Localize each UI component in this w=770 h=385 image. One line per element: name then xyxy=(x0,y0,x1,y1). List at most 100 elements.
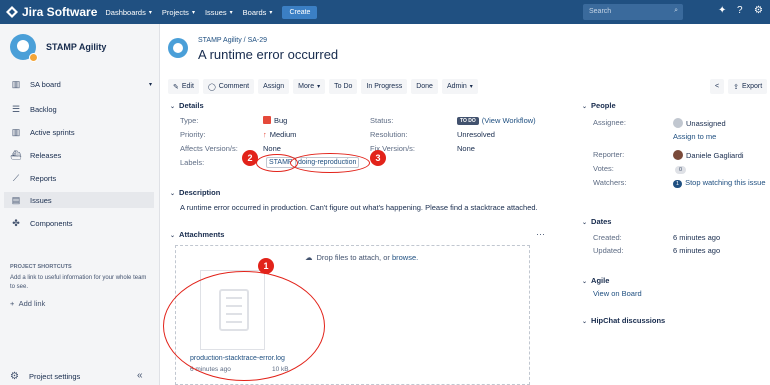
nav-projects[interactable]: Projects ▾ xyxy=(162,8,195,17)
issue-title[interactable]: A runtime error occurred xyxy=(198,47,338,62)
share-icon: < xyxy=(715,83,720,90)
sidebar-item-components[interactable]: ✤ Components xyxy=(10,215,152,231)
priority-value-text: Medium xyxy=(269,130,297,139)
created-label: Created: xyxy=(593,233,622,242)
description-heading[interactable]: ⌄ Description xyxy=(170,188,220,197)
priority-up-arrow-icon: ↑ xyxy=(263,130,267,139)
search-input[interactable]: Search ⌕ xyxy=(583,4,683,20)
affects-version-value[interactable]: None xyxy=(263,144,281,153)
attachments-heading-label: Attachments xyxy=(179,230,225,239)
dates-heading-label: Dates xyxy=(591,217,612,226)
hipchat-heading[interactable]: ⌄ HipChat discussions xyxy=(582,316,665,325)
share-button[interactable]: < xyxy=(710,79,725,94)
browse-link[interactable]: browse. xyxy=(392,253,418,262)
assign-to-me-link[interactable]: Assign to me xyxy=(673,132,716,141)
chevron-down-icon: ▾ xyxy=(469,84,473,90)
stop-watching-link[interactable]: Stop watching this issue xyxy=(685,178,765,187)
issue-toolbar: ✎ Edit ◯ Comment Assign More ▾ To Do In Pro… xyxy=(168,79,482,94)
sidebar-item-label: Reports xyxy=(30,173,57,183)
fix-version-value[interactable]: None xyxy=(457,144,475,153)
sidebar-item-issues[interactable]: ▤ Issues xyxy=(4,192,154,208)
pencil-icon: ✎ xyxy=(173,83,179,91)
details-heading[interactable]: ⌄ Details xyxy=(170,101,204,110)
brand-name: Jira Software xyxy=(22,5,98,19)
bug-icon xyxy=(263,116,271,124)
in-progress-button[interactable]: In Progress xyxy=(361,79,408,94)
chevron-down-icon: ▾ xyxy=(148,9,152,16)
sidebar-item-active-sprints[interactable]: ▥ Active sprints xyxy=(10,124,152,140)
breadcrumb-project[interactable]: STAMP Agility xyxy=(198,37,242,44)
issues-icon: ▤ xyxy=(11,194,21,205)
create-button[interactable]: Create xyxy=(282,5,318,19)
breadcrumb: STAMP Agility / SA-29 xyxy=(198,37,267,44)
plus-icon: + xyxy=(10,299,15,308)
project-settings-link[interactable]: ⚙ Project settings xyxy=(10,371,80,382)
attachments-heading[interactable]: ⌄ Attachments xyxy=(170,230,224,239)
nav-boards[interactable]: Boards ▾ xyxy=(243,8,273,17)
add-link-button[interactable]: + Add link xyxy=(10,299,45,308)
sidebar-item-label: Issues xyxy=(30,195,52,205)
jira-logo[interactable]: Jira Software xyxy=(0,5,97,19)
people-heading[interactable]: ⌄ People xyxy=(582,101,616,110)
chevron-down-icon: ⌄ xyxy=(582,104,588,110)
sidebar-item-backlog[interactable]: ☰ Backlog xyxy=(10,101,152,117)
chevron-down-icon: ▾ xyxy=(269,9,273,16)
priority-label: Priority: xyxy=(180,130,206,139)
reporter-value[interactable]: Daniele Gagliardi xyxy=(673,150,744,160)
status-badge[interactable]: TO DO xyxy=(457,117,479,125)
resolution-label: Resolution: xyxy=(370,130,408,139)
assign-button[interactable]: Assign xyxy=(258,79,290,94)
assignee-value[interactable]: Unassigned xyxy=(673,118,726,128)
puzzle-icon: ✤ xyxy=(12,217,20,228)
more-button[interactable]: More ▾ xyxy=(293,79,326,94)
agile-heading[interactable]: ⌄ Agile xyxy=(582,276,609,285)
settings-gear-icon[interactable]: ⚙ xyxy=(754,5,763,16)
watchers-value[interactable]: 1 Stop watching this issue xyxy=(673,178,766,188)
view-workflow-link[interactable]: (View Workflow) xyxy=(482,116,536,125)
more-options-icon[interactable]: ··· xyxy=(536,229,545,239)
dates-heading[interactable]: ⌄ Dates xyxy=(582,217,611,226)
sidebar-item-releases[interactable]: ⛴ Releases xyxy=(10,147,152,163)
help-icon[interactable]: ? xyxy=(737,5,743,16)
nav-dashboards[interactable]: Dashboards ▾ xyxy=(105,8,151,17)
chevron-down-icon: ▾ xyxy=(191,9,195,16)
sidebar-item-label: Backlog xyxy=(30,104,57,114)
updated-value: 6 minutes ago xyxy=(673,246,721,255)
breadcrumb-issue-key[interactable]: SA-29 xyxy=(248,37,267,44)
collapse-sidebar-icon[interactable]: « xyxy=(137,370,143,381)
todo-button[interactable]: To Do xyxy=(329,79,358,94)
sidebar-item-reports[interactable]: ⟋ Reports xyxy=(10,170,152,186)
callout-ring-labels-doing xyxy=(290,153,370,173)
votes-badge: 0 xyxy=(675,166,687,174)
affects-version-label: Affects Version/s: xyxy=(180,144,238,153)
nav-issues[interactable]: Issues ▾ xyxy=(205,8,233,17)
callout-ring-attachment xyxy=(163,271,325,381)
priority-value[interactable]: ↑ Medium xyxy=(263,130,296,139)
view-on-board-link[interactable]: View on Board xyxy=(593,289,642,298)
notifications-icon[interactable]: ✦ xyxy=(718,5,726,16)
edit-button[interactable]: ✎ Edit xyxy=(168,79,199,94)
ship-icon: ⛴ xyxy=(10,149,22,160)
type-value[interactable]: Bug xyxy=(263,116,287,125)
board-selector[interactable]: ▥ SA board ▾ xyxy=(10,76,152,92)
board-columns-icon: ▥ xyxy=(11,126,21,137)
shortcuts-description: Add a link to useful information for you… xyxy=(10,275,147,290)
export-button[interactable]: ⇪ Export xyxy=(728,79,768,94)
unassigned-avatar xyxy=(673,118,683,128)
nav-issues-label: Issues xyxy=(204,7,227,17)
reporter-label: Reporter: xyxy=(593,150,625,159)
people-heading-label: People xyxy=(591,101,616,110)
drop-files-text: ☁ Drop files to attach, or browse. xyxy=(305,253,418,262)
project-header[interactable]: STAMP Agility xyxy=(10,34,106,62)
watchers-count-badge: 1 xyxy=(673,180,683,188)
reporter-value-text: Daniele Gagliardi xyxy=(686,151,744,160)
votes-value[interactable]: 0 xyxy=(675,164,687,174)
chevron-down-icon: ⌄ xyxy=(582,220,588,226)
agile-heading-label: Agile xyxy=(591,276,610,285)
comment-button[interactable]: ◯ Comment xyxy=(202,79,255,94)
admin-button[interactable]: Admin ▾ xyxy=(441,79,478,94)
done-button[interactable]: Done xyxy=(411,79,438,94)
description-text[interactable]: A runtime error occurred in production. … xyxy=(180,203,538,212)
gear-icon: ⚙ xyxy=(10,371,19,382)
export-icon: ⇪ xyxy=(733,83,739,91)
